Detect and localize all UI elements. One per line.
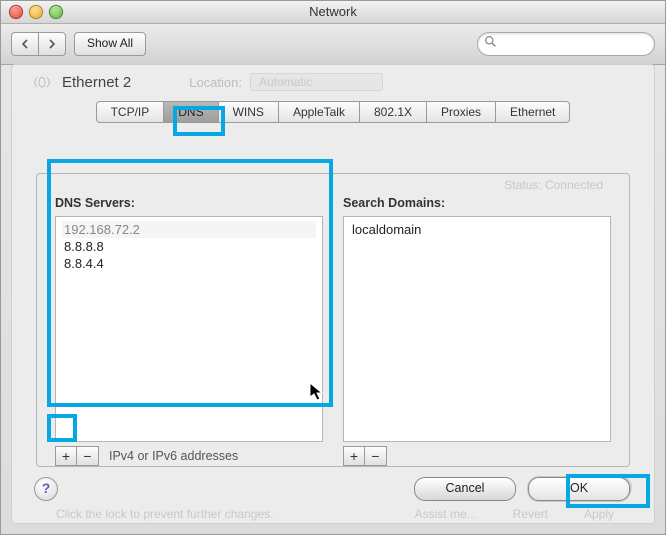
interface-header: Ethernet 2 Location: Automatic (12, 65, 654, 95)
content-area: Ethernet 2 Location: Automatic TCP/IPDNS… (11, 64, 655, 524)
dns-panel: Status: Connected DNS Servers: 192.168.7… (36, 173, 630, 467)
location-popup[interactable]: Automatic (250, 73, 383, 91)
dns-servers-column: DNS Servers: 192.168.72.28.8.8.88.8.4.4 … (55, 196, 323, 466)
titlebar: Network (1, 1, 665, 24)
tab-dns[interactable]: DNS (164, 101, 218, 123)
search-domains-list[interactable]: localdomain (343, 216, 611, 442)
dns-servers-title: DNS Servers: (55, 196, 323, 210)
tab-wins[interactable]: WINS (219, 101, 279, 123)
location-label: Location: (189, 75, 242, 90)
dns-hint: IPv4 or IPv6 addresses (109, 449, 238, 463)
ok-button[interactable]: OK (528, 477, 630, 501)
show-all-button[interactable]: Show All (74, 32, 146, 56)
lock-text: Click the lock to prevent further change… (56, 507, 273, 521)
apply-faded: Apply (584, 507, 614, 521)
domain-row[interactable]: localdomain (350, 221, 604, 238)
search-input[interactable] (477, 32, 655, 56)
tab-appletalk[interactable]: AppleTalk (279, 101, 360, 123)
preferences-window: Network Show All Ethernet 2 Location: Au… (0, 0, 666, 535)
tab-tcpip[interactable]: TCP/IP (96, 101, 165, 123)
window-controls (9, 5, 63, 19)
chevron-right-icon (48, 39, 56, 49)
dns-add-button[interactable]: + (55, 446, 77, 466)
zoom-window-button[interactable] (49, 5, 63, 19)
tab-8021x[interactable]: 802.1X (360, 101, 427, 123)
back-button[interactable] (11, 32, 38, 56)
search-icon (484, 35, 497, 48)
dns-row[interactable]: 8.8.4.4 (62, 255, 316, 272)
dns-servers-list[interactable]: 192.168.72.28.8.8.88.8.4.4 (55, 216, 323, 442)
minimize-window-button[interactable] (29, 5, 43, 19)
dns-remove-button[interactable]: − (77, 446, 99, 466)
tab-proxies[interactable]: Proxies (427, 101, 496, 123)
columns: DNS Servers: 192.168.72.28.8.8.88.8.4.4 … (55, 196, 611, 466)
domains-add-button[interactable]: + (343, 446, 365, 466)
interface-name: Ethernet 2 (62, 74, 131, 91)
tab-ethernet[interactable]: Ethernet (496, 101, 570, 123)
status-text: Status: Connected (504, 178, 603, 192)
revert-faded: Revert (513, 507, 548, 521)
tab-bar: TCP/IPDNSWINSAppleTalk802.1XProxiesEther… (56, 101, 610, 123)
search-domains-title: Search Domains: (343, 196, 611, 210)
cancel-button[interactable]: Cancel (414, 477, 516, 501)
close-window-button[interactable] (9, 5, 23, 19)
assist-me-faded: Assist me... (415, 507, 477, 521)
bottom-buttons-faded: Assist me... Revert Apply (415, 507, 614, 521)
nav-buttons (11, 32, 66, 56)
dns-add-remove: + − IPv4 or IPv6 addresses (55, 446, 323, 466)
help-button[interactable]: ? (34, 477, 58, 501)
ethernet-icon (30, 75, 54, 89)
window-title: Network (309, 4, 357, 19)
search-domains-column: Search Domains: localdomain + − (343, 196, 611, 466)
forward-button[interactable] (38, 32, 66, 56)
domains-remove-button[interactable]: − (365, 446, 387, 466)
sheet-footer: Cancel OK (414, 477, 630, 501)
search-field-wrap (477, 32, 655, 56)
toolbar: Show All (1, 24, 665, 65)
chevron-left-icon (21, 39, 29, 49)
dns-row[interactable]: 8.8.8.8 (62, 238, 316, 255)
domains-add-remove: + − (343, 446, 611, 466)
dns-row[interactable]: 192.168.72.2 (62, 221, 316, 238)
